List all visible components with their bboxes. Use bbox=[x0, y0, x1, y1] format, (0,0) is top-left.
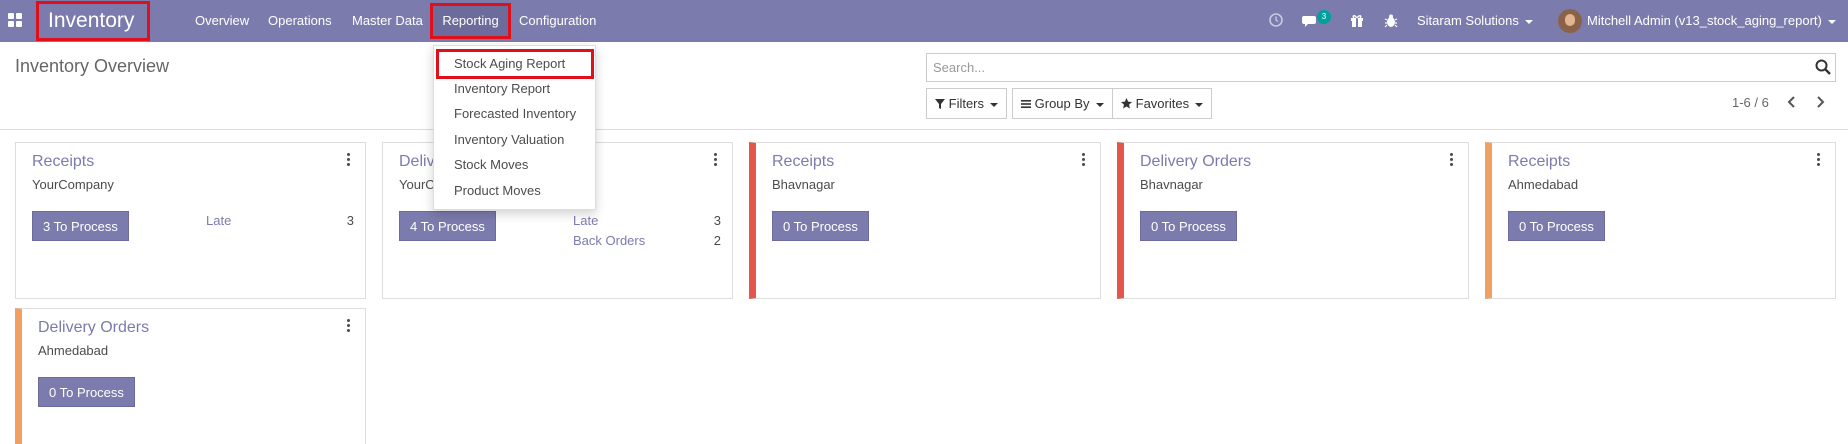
group-by-label: Group By bbox=[1034, 96, 1090, 111]
search-icon[interactable] bbox=[1815, 59, 1831, 75]
top-navbar: Inventory Overview Operations Master Dat… bbox=[0, 0, 1848, 42]
kebab-menu-icon[interactable] bbox=[1817, 153, 1821, 167]
card-title[interactable]: Delivery Orders bbox=[38, 319, 149, 337]
card-warehouse: Ahmedabad bbox=[38, 343, 109, 358]
card-title[interactable]: Receipts bbox=[772, 153, 834, 171]
late-link[interactable]: Late bbox=[206, 213, 231, 228]
chevron-right-icon[interactable] bbox=[1812, 94, 1828, 110]
menu-reporting[interactable]: Reporting bbox=[430, 3, 511, 39]
reporting-dropdown: Stock Aging Report Inventory Report Fore… bbox=[433, 45, 596, 210]
card-warehouse: Bhavnagar bbox=[772, 177, 835, 192]
kanban-card[interactable]: Receipts YourCompany 3 To Process Late 3 bbox=[15, 142, 366, 299]
card-title[interactable]: Delivery Orders bbox=[1140, 153, 1251, 171]
to-process-button[interactable]: 0 To Process bbox=[38, 377, 135, 407]
card-warehouse: YourCompany bbox=[32, 177, 114, 192]
company-name: Sitaram Solutions bbox=[1417, 13, 1519, 28]
pager-value[interactable]: 1-6 / 6 bbox=[1732, 95, 1769, 110]
card-warehouse: YourC bbox=[399, 177, 435, 192]
company-switcher[interactable]: Sitaram Solutions bbox=[1417, 0, 1533, 42]
group-by-button[interactable]: Group By bbox=[1012, 88, 1113, 119]
user-menu[interactable]: Mitchell Admin (v13_stock_aging_report) bbox=[1587, 0, 1836, 42]
menu-overview[interactable]: Overview bbox=[195, 0, 249, 42]
search-input[interactable] bbox=[927, 54, 1787, 81]
kanban-card[interactable]: Delivery Orders Bhavnagar 0 To Process bbox=[1117, 142, 1469, 299]
avatar[interactable] bbox=[1558, 9, 1582, 33]
chevron-left-icon[interactable] bbox=[1784, 94, 1800, 110]
menu-master-data[interactable]: Master Data bbox=[352, 0, 423, 42]
menu-item-forecasted-inventory[interactable]: Forecasted Inventory bbox=[454, 106, 576, 121]
to-process-button[interactable]: 0 To Process bbox=[772, 211, 869, 241]
to-process-button[interactable]: 4 To Process bbox=[399, 211, 496, 241]
chevron-down-icon bbox=[1827, 19, 1836, 24]
favorites-button[interactable]: Favorites bbox=[1112, 88, 1213, 119]
to-process-button[interactable]: 0 To Process bbox=[1508, 211, 1605, 241]
menu-reporting-label: Reporting bbox=[442, 13, 499, 28]
kebab-menu-icon[interactable] bbox=[714, 153, 718, 167]
list-icon bbox=[1021, 100, 1031, 108]
menu-item-stock-aging-report[interactable]: Stock Aging Report bbox=[454, 56, 565, 71]
kebab-menu-icon[interactable] bbox=[1450, 153, 1454, 167]
to-process-button[interactable]: 0 To Process bbox=[1140, 211, 1237, 241]
menu-item-inventory-valuation[interactable]: Inventory Valuation bbox=[454, 132, 564, 147]
menu-item-stock-moves[interactable]: Stock Moves bbox=[454, 157, 528, 172]
chevron-down-icon bbox=[1195, 102, 1204, 107]
back-orders-link[interactable]: Back Orders bbox=[573, 233, 645, 248]
page-title: Inventory Overview bbox=[15, 56, 170, 76]
kebab-menu-icon[interactable] bbox=[347, 153, 351, 167]
card-title[interactable]: Receipts bbox=[1508, 153, 1570, 171]
filters-label: Filters bbox=[948, 96, 985, 111]
app-brand[interactable]: Inventory bbox=[36, 1, 150, 41]
late-count: 3 bbox=[346, 213, 354, 228]
kanban-card[interactable]: Receipts Bhavnagar 0 To Process bbox=[749, 142, 1101, 299]
chevron-down-icon bbox=[990, 102, 999, 107]
bug-icon[interactable] bbox=[1384, 11, 1398, 31]
filter-icon bbox=[935, 99, 945, 109]
menu-item-product-moves[interactable]: Product Moves bbox=[454, 183, 541, 198]
apps-grid-icon[interactable] bbox=[8, 13, 22, 27]
kanban-card[interactable]: Delivery Orders Ahmedabad 0 To Process bbox=[15, 308, 366, 444]
gift-icon[interactable] bbox=[1350, 11, 1364, 31]
kanban-card[interactable]: Receipts Ahmedabad 0 To Process bbox=[1485, 142, 1836, 299]
menu-configuration[interactable]: Configuration bbox=[519, 0, 596, 42]
to-process-button[interactable]: 3 To Process bbox=[32, 211, 129, 241]
search-bar bbox=[926, 53, 1836, 82]
chevron-down-icon bbox=[1524, 19, 1533, 24]
card-warehouse: Ahmedabad bbox=[1508, 177, 1579, 192]
card-warehouse: Bhavnagar bbox=[1140, 177, 1203, 192]
card-title[interactable]: Receipts bbox=[32, 153, 94, 171]
chat-badge: 3 bbox=[1317, 10, 1331, 24]
clock-icon[interactable] bbox=[1268, 11, 1284, 31]
late-link[interactable]: Late bbox=[573, 213, 598, 228]
chevron-down-icon bbox=[1095, 102, 1104, 107]
user-name: Mitchell Admin (v13_stock_aging_report) bbox=[1587, 13, 1822, 28]
star-icon bbox=[1121, 98, 1132, 109]
filters-button[interactable]: Filters bbox=[926, 88, 1008, 119]
kebab-menu-icon[interactable] bbox=[1082, 153, 1086, 167]
favorites-label: Favorites bbox=[1135, 96, 1190, 111]
menu-operations[interactable]: Operations bbox=[268, 0, 332, 42]
control-panel-divider bbox=[0, 129, 1848, 130]
menu-item-inventory-report[interactable]: Inventory Report bbox=[454, 81, 550, 96]
late-count: 3 bbox=[713, 213, 721, 228]
kebab-menu-icon[interactable] bbox=[347, 319, 351, 333]
back-orders-count: 2 bbox=[713, 233, 721, 248]
